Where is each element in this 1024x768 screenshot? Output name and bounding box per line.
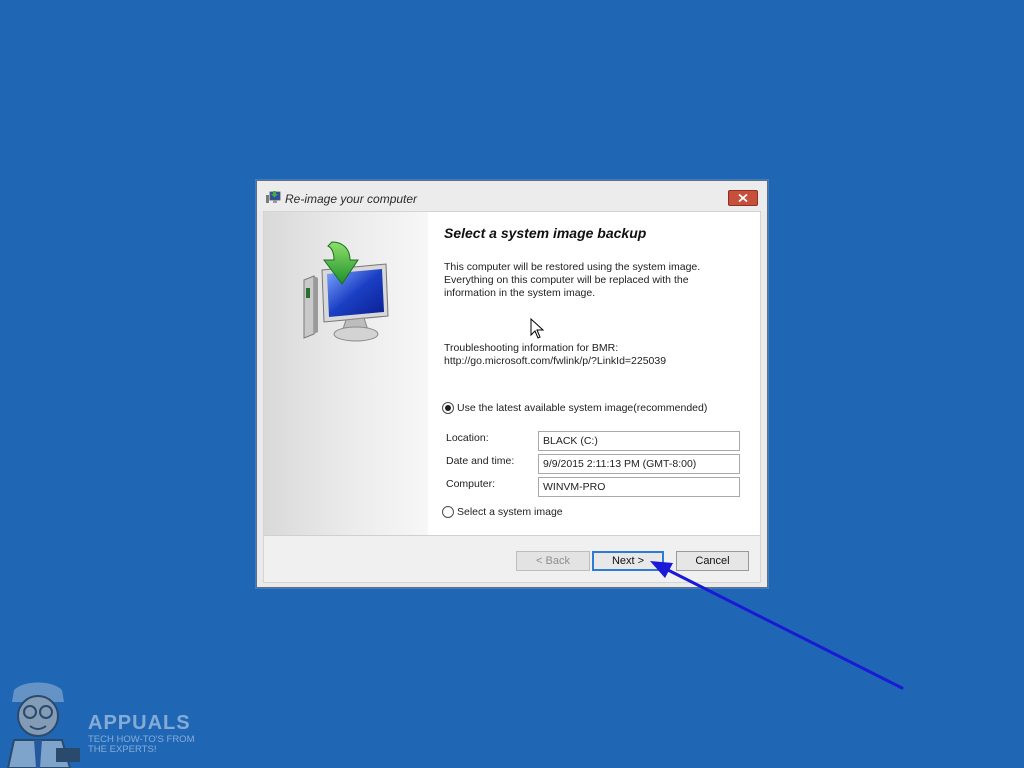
next-button[interactable]: Next >	[592, 551, 664, 571]
option-select-image[interactable]: Select a system image	[442, 506, 563, 518]
troubleshooting-info: Troubleshooting information for BMR: htt…	[444, 342, 666, 368]
troubleshooting-link[interactable]: http://go.microsoft.com/fwlink/p/?LinkId…	[444, 355, 666, 368]
system-image-restore-icon	[303, 241, 389, 342]
option-latest-label: Use the latest available system image(re…	[457, 402, 708, 414]
description-text: This computer will be restored using the…	[444, 261, 700, 301]
watermark-tagline-2: THE EXPERTS!	[88, 744, 157, 755]
datetime-label: Date and time:	[446, 455, 515, 467]
description-line: Everything on this computer will be repl…	[444, 274, 689, 287]
appuals-watermark: APPUALS TECH HOW-TO'S FROM THE EXPERTS!	[88, 712, 195, 755]
cancel-button[interactable]: Cancel	[676, 551, 749, 571]
window-title: Re-image your computer	[285, 192, 418, 206]
description-line: This computer will be restored using the…	[444, 261, 701, 273]
computer-field: WINVM-PRO	[538, 477, 740, 497]
option-select-label: Select a system image	[457, 506, 563, 518]
computer-label: Computer:	[446, 478, 496, 490]
troubleshooting-label: Troubleshooting information for BMR:	[444, 342, 619, 354]
back-button[interactable]: < Back	[516, 551, 590, 571]
watermark-brand: APPUALS	[88, 712, 191, 734]
datetime-field: 9/9/2015 2:11:13 PM (GMT-8:00)	[538, 454, 740, 474]
illustration-panel	[264, 212, 428, 535]
title-bar[interactable]: Re-image your computer	[257, 181, 767, 211]
radio-latest-image[interactable]	[442, 402, 454, 414]
option-latest-image[interactable]: Use the latest available system image(re…	[442, 402, 707, 414]
location-label: Location:	[446, 432, 489, 444]
description-line: information in the system image.	[444, 287, 596, 300]
appuals-mascot-icon	[6, 682, 80, 768]
close-icon	[738, 194, 748, 202]
location-field: BLACK (C:)	[538, 431, 740, 451]
backup-app-icon	[266, 191, 281, 203]
reimage-dialog: Re-image your computer Select a system i…	[256, 180, 768, 588]
page-heading: Select a system image backup	[444, 225, 647, 241]
button-bar: < Back Next > Cancel	[264, 536, 760, 582]
close-button[interactable]	[728, 190, 758, 206]
dialog-body: Select a system image backup This comput…	[263, 211, 761, 583]
radio-select-image[interactable]	[442, 506, 454, 518]
